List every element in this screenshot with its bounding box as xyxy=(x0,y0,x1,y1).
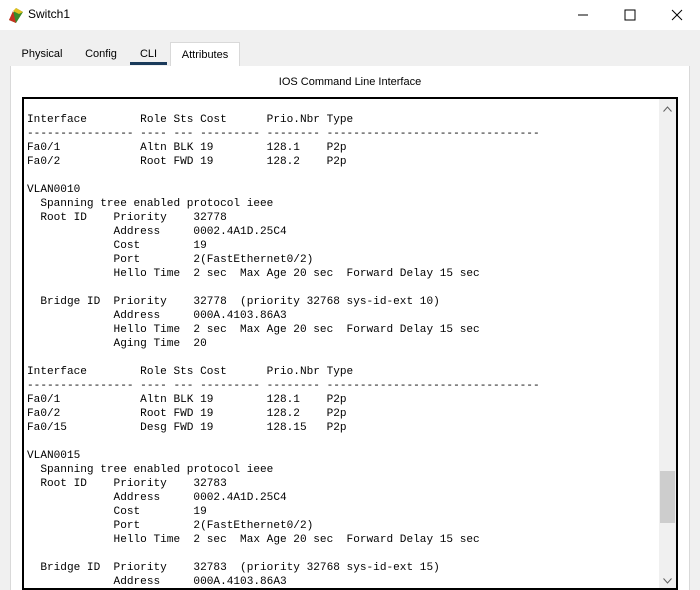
maximize-icon xyxy=(624,9,636,21)
scroll-thumb[interactable] xyxy=(660,470,675,523)
tab-attributes[interactable]: Attributes xyxy=(170,42,240,67)
console-output[interactable]: Interface Role Sts Cost Prio.Nbr Type --… xyxy=(27,113,657,588)
scroll-down-button[interactable] xyxy=(659,571,676,588)
tab-bar: Physical Config CLI Attributes xyxy=(10,42,690,67)
scroll-up-button[interactable] xyxy=(659,99,676,116)
title-bar: Switch1 xyxy=(0,0,700,30)
tab-config[interactable]: Config xyxy=(82,42,120,66)
window-title: Switch1 xyxy=(28,7,71,21)
vertical-scrollbar[interactable] xyxy=(659,99,676,588)
cli-console[interactable]: Interface Role Sts Cost Prio.Nbr Type --… xyxy=(22,97,678,590)
maximize-button[interactable] xyxy=(607,0,653,30)
minimize-button[interactable] xyxy=(560,0,606,30)
active-tab-indicator xyxy=(130,62,167,65)
minimize-icon xyxy=(577,9,589,21)
tab-physical[interactable]: Physical xyxy=(10,42,74,66)
close-icon xyxy=(671,9,683,21)
panel-title: IOS Command Line Interface xyxy=(278,76,422,88)
chevron-down-icon xyxy=(663,571,672,589)
close-button[interactable] xyxy=(654,0,700,30)
chevron-up-icon xyxy=(663,99,672,117)
router-app-icon xyxy=(7,6,25,24)
